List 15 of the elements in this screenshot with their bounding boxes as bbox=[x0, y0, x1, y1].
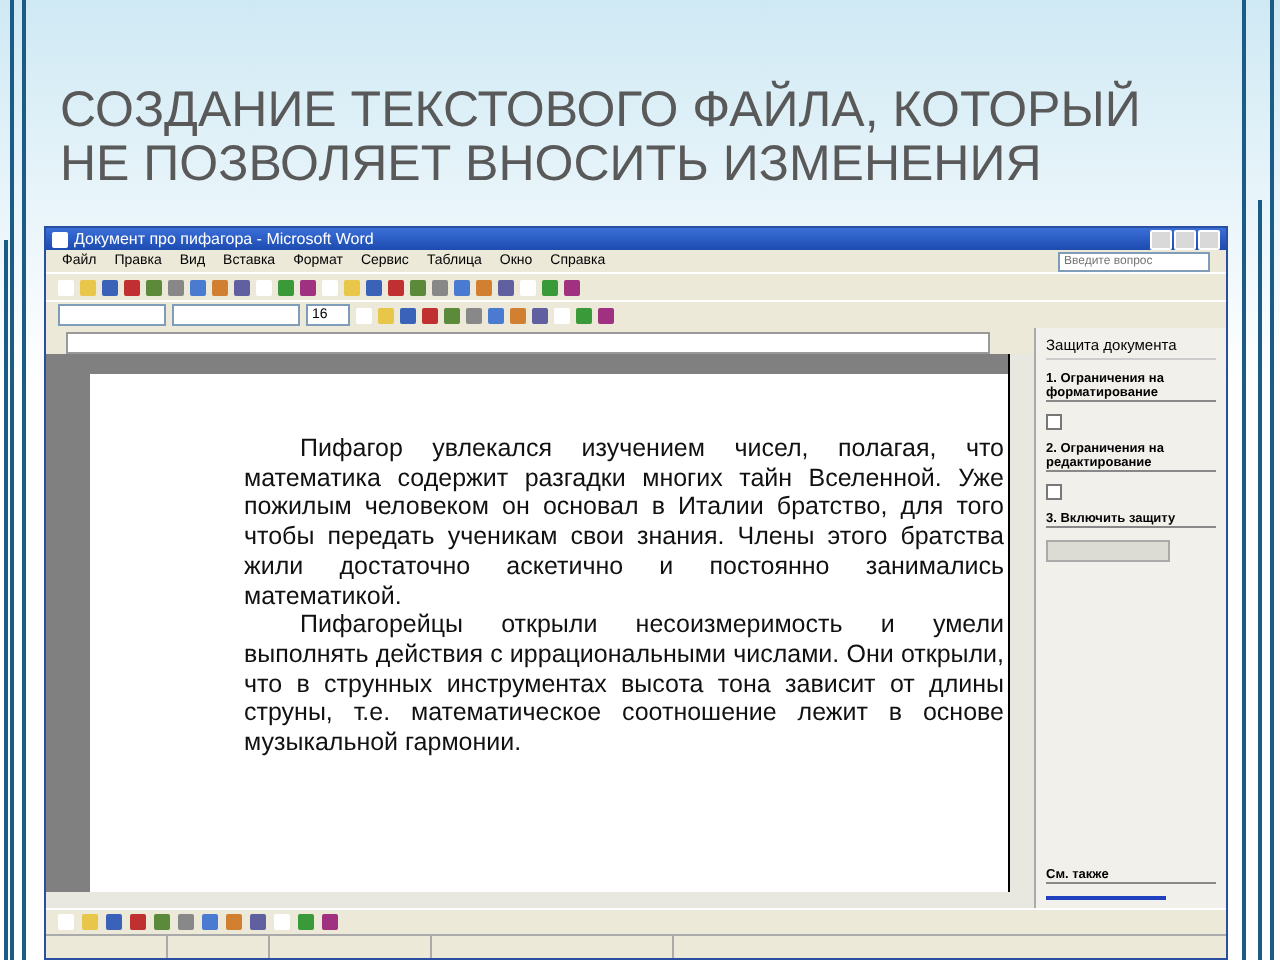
close-icon[interactable] bbox=[1198, 229, 1220, 249]
checkbox[interactable] bbox=[1046, 414, 1062, 430]
font-combo[interactable] bbox=[172, 304, 300, 326]
paragraph: Пифагорейцы открыли несоизмеримость и умели выполнять действия с иррациональными числами. Они открыли, что в струнных инструментах высота тона зависит от длины струны, т.е. математическое соотношение лежит в основе музыкальной гармонии. bbox=[244, 610, 1004, 758]
vertical-scrollbar[interactable] bbox=[1008, 354, 1034, 892]
paragraph: Пифагор увлекался изучением чисел, полагая, что математика содержит разгадки многих тайн Вселенной. Уже пожилым человеком он основал в Италии братство, для того чтобы передать ученикам свои знания. Члены этого братства жили достаточно аскетично и постоянно занимались математикой. bbox=[244, 434, 1004, 611]
app-icon bbox=[52, 231, 68, 247]
maximize-icon[interactable] bbox=[1174, 229, 1196, 249]
checkbox[interactable] bbox=[1046, 484, 1062, 500]
slide-title: СОЗДАНИЕ ТЕКСТОВОГО ФАЙЛА, КОТОРЫЙ НЕ ПОЗВОЛЯЕТ ВНОСИТЬ ИЗМЕНЕНИЯ bbox=[60, 84, 1143, 192]
minimize-icon[interactable] bbox=[1150, 229, 1172, 249]
horizontal-scrollbar[interactable] bbox=[46, 892, 1034, 908]
style-combo[interactable] bbox=[58, 304, 166, 326]
window-title: Документ про пифагора - Microsoft Word bbox=[74, 230, 374, 248]
protect-button[interactable] bbox=[1046, 540, 1170, 562]
